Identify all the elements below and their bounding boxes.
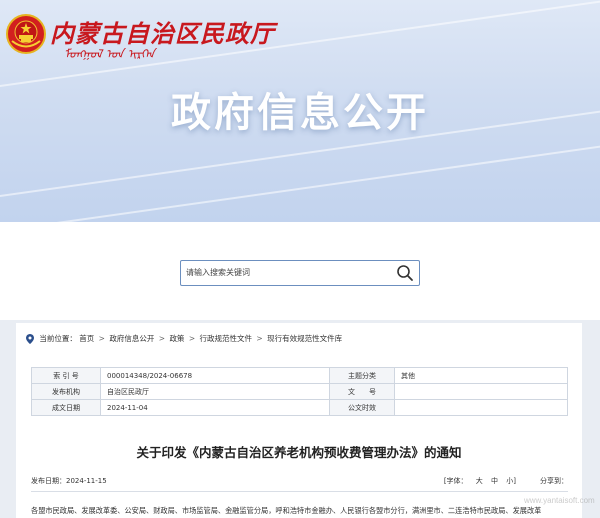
national-emblem-icon[interactable]: [6, 14, 46, 54]
meta-value-index: 000014348/2024-06678: [100, 367, 330, 384]
document-title: 关于印发《内蒙古自治区养老机构预收费管理办法》的通知: [136, 445, 462, 460]
meta-value-written-date: 2024-11-04: [100, 399, 330, 416]
location-pin-icon: [26, 333, 34, 344]
meta-value-validity: [394, 399, 568, 416]
font-size-control: [字体： 大 中 小]: [444, 476, 516, 486]
header-banner: 内蒙古自治区民政厅 ᠮᠣᠩᠭᠣᠯ ᠤᠨ ᠢᠷᠭᠡᠨ 政府信息公开: [0, 0, 600, 222]
breadcrumb-item-normative-documents[interactable]: 行政规范性文件: [200, 334, 253, 343]
meta-label-index: 索 引 号: [31, 367, 101, 384]
meta-label-doc-number: 文 号: [329, 383, 395, 400]
font-size-label: [字体：: [443, 477, 468, 485]
breadcrumb-item-current-library[interactable]: 现行有效规范性文件库: [267, 334, 342, 343]
share-control[interactable]: 分享到：: [540, 476, 568, 486]
breadcrumb-item-home[interactable]: 首页: [79, 334, 94, 343]
table-row: 索 引 号 000014348/2024-06678 主题分类 其他: [31, 367, 568, 384]
font-size-large-button[interactable]: 大: [476, 477, 483, 485]
breadcrumb-separator: >: [158, 334, 166, 343]
document-meta-table: 索 引 号 000014348/2024-06678 主题分类 其他 发布机构 …: [31, 367, 568, 416]
search-box: [180, 260, 420, 286]
document-body-text: 各盟市民政局、发展改革委、公安局、财政局、市场监管局、金融监管分局，呼和浩特市金…: [31, 506, 542, 515]
meta-label-issuer: 发布机构: [31, 383, 101, 400]
breadcrumb-prefix: 当前位置：: [39, 334, 77, 343]
font-size-small-button[interactable]: 小]: [506, 477, 516, 485]
banner-title: 政府信息公开: [171, 90, 429, 136]
watermark: www.yantaisoft.com: [524, 496, 595, 505]
content-card: 当前位置： 首页 > 政府信息公开 > 政策 > 行政规范性文件 > 现行有效规…: [16, 323, 582, 518]
font-size-medium-button[interactable]: 中: [491, 477, 498, 485]
search-input[interactable]: [186, 264, 386, 280]
breadcrumb-separator: >: [98, 334, 105, 343]
publish-info-row: 发布日期：2024-11-15 [字体： 大 中 小] 分享到：: [31, 476, 568, 488]
search-section: [0, 222, 600, 320]
table-row: 发布机构 自治区民政厅 文 号: [31, 383, 568, 400]
breadcrumb-item-policy[interactable]: 政策: [169, 334, 184, 343]
meta-value-category: 其他: [394, 367, 568, 384]
divider: [31, 491, 568, 492]
publish-date: 发布日期：2024-11-15: [31, 477, 107, 485]
meta-value-issuer: 自治区民政厅: [100, 383, 330, 400]
breadcrumb-item-info-disclosure[interactable]: 政府信息公开: [109, 334, 154, 343]
search-icon[interactable]: [395, 263, 415, 283]
meta-label-written-date: 成文日期: [31, 399, 101, 416]
logo-text-mongolian: ᠮᠣᠩᠭᠣᠯ ᠤᠨ ᠢᠷᠭᠡᠨ: [64, 47, 155, 61]
table-row: 成文日期 2024-11-04 公文时效: [31, 399, 568, 416]
breadcrumb-separator: >: [256, 334, 263, 343]
meta-label-validity: 公文时效: [329, 399, 395, 416]
meta-label-category: 主题分类: [329, 367, 395, 384]
breadcrumb-separator: >: [188, 334, 196, 343]
breadcrumb: 当前位置： 首页 > 政府信息公开 > 政策 > 行政规范性文件 > 现行有效规…: [26, 333, 342, 344]
meta-value-doc-number: [394, 383, 568, 400]
